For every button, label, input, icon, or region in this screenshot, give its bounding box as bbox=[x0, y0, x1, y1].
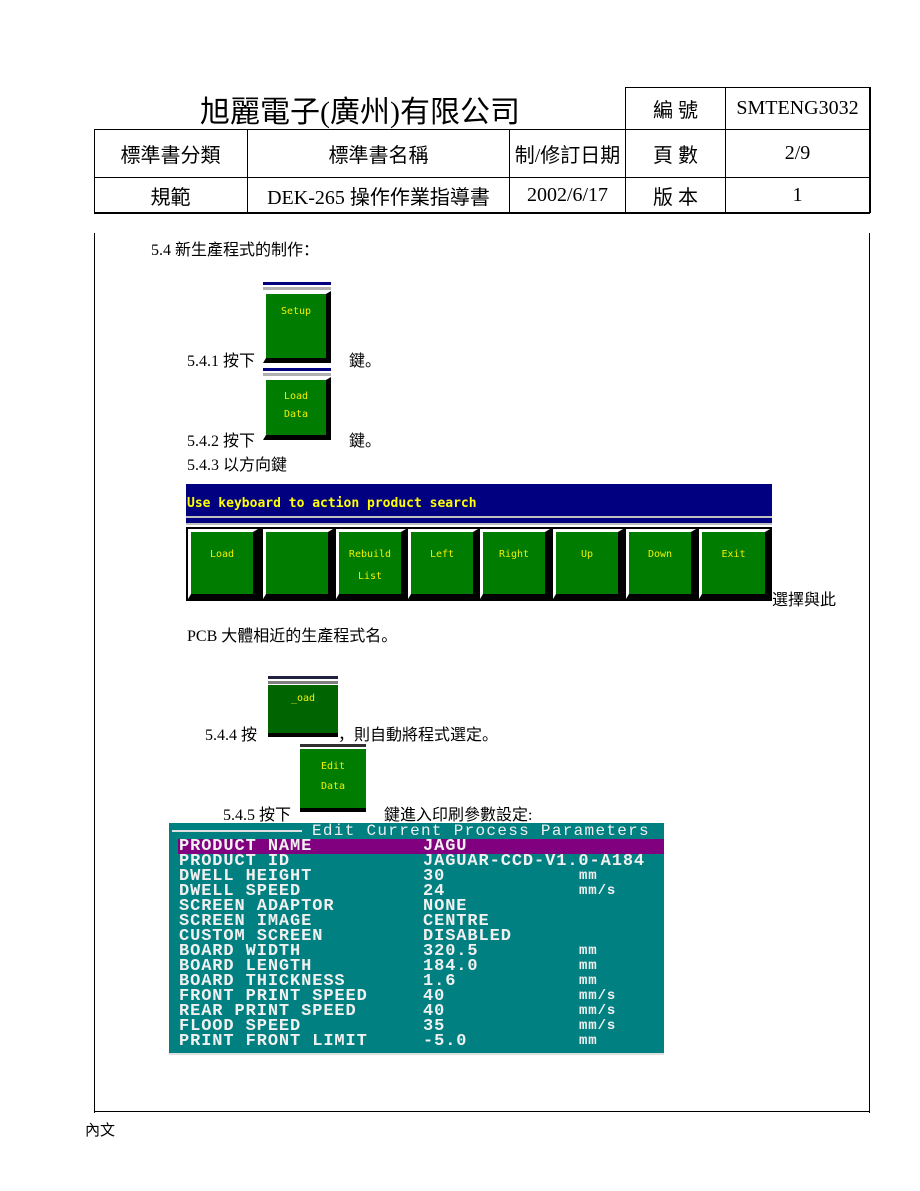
setup-key: Setup bbox=[263, 291, 331, 363]
parameter-value: JAGUAR-CCD-V1.0-A184 bbox=[423, 852, 646, 871]
section-heading: 5.4 新生產程式的制作： bbox=[151, 242, 320, 259]
softkey-button: Rebuild List bbox=[336, 529, 406, 599]
parameter-unit: mm/s bbox=[579, 988, 617, 1004]
softkey-toolbar: Load Rebuild List Left Right Up Down Exit bbox=[186, 527, 772, 601]
parameter-unit: mm bbox=[579, 1033, 598, 1049]
softkey-button: Down bbox=[626, 529, 696, 599]
softkey-button bbox=[263, 529, 333, 599]
load-data-key: Load Data bbox=[263, 377, 331, 440]
parameter-unit: mm bbox=[579, 973, 598, 989]
name-label: 標準書名稱 bbox=[328, 145, 429, 167]
parameter-unit: mm bbox=[579, 943, 598, 959]
parameter-unit: mm/s bbox=[579, 883, 617, 899]
version-value: 1 bbox=[792, 183, 803, 206]
step-5-4-4: 5.4.4 按 bbox=[205, 727, 258, 744]
parameter-unit: mm/s bbox=[579, 1018, 617, 1034]
step-5-4-4-suffix: ，則自動將程式選定。 bbox=[338, 727, 499, 744]
parameter-value: -5.0 bbox=[423, 1032, 468, 1051]
footer-label: 內文 bbox=[85, 1123, 116, 1139]
softkey-button: Load bbox=[188, 529, 258, 599]
date-value: 2002/6/17 bbox=[526, 183, 609, 206]
softkey-button: Exit bbox=[699, 529, 770, 599]
code-value: SMTENG3032 bbox=[736, 97, 859, 119]
step-5-4-1: 5.4.1 按下 bbox=[187, 353, 256, 370]
parameter-row[interactable]: PRINT FRONT LIMIT -5.0 mm bbox=[169, 1032, 664, 1051]
document-page: 旭麗電子(廣州)有限公司 編 號 SMTENG3032 標準書分類 標準書名稱 … bbox=[0, 0, 920, 1191]
step-5-4-2: 5.4.2 按下 bbox=[187, 433, 256, 450]
edit-data-key: Edit Data bbox=[300, 749, 366, 812]
page-label: 頁 數 bbox=[653, 145, 698, 167]
category-value: 規範 bbox=[150, 186, 191, 209]
category-label: 標準書分類 bbox=[120, 145, 221, 167]
version-label: 版 本 bbox=[653, 186, 698, 209]
load-key: _oad bbox=[268, 685, 338, 737]
date-label: 制/修訂日期 bbox=[514, 145, 621, 167]
name-value: DEK-265 操作作業指導書 bbox=[267, 186, 490, 209]
step-5-4-2-suffix: 鍵。 bbox=[349, 433, 382, 450]
softkey-button: Up bbox=[553, 529, 623, 599]
step-5-4-5: 5.4.5 按下 bbox=[223, 807, 292, 824]
softkey-button: Right bbox=[480, 529, 550, 599]
parameter-unit: mm/s bbox=[579, 1003, 617, 1019]
code-label: 編 號 bbox=[653, 100, 698, 122]
step-5-4-3: 5.4.3 以方向鍵 bbox=[187, 457, 288, 474]
step-5-4-3-suffix: 選擇與此 bbox=[772, 592, 837, 609]
company-name: 旭麗電子(廣州)有限公司 bbox=[200, 95, 520, 129]
softkey-button: Left bbox=[408, 529, 478, 599]
parameter-unit: mm bbox=[579, 868, 598, 884]
step-5-4-1-suffix: 鍵。 bbox=[349, 353, 382, 370]
parameter-label: PRINT FRONT LIMIT bbox=[179, 1032, 368, 1051]
parameter-unit: mm bbox=[579, 958, 598, 974]
process-parameters-panel: Edit Current Process Parameters PRODUCT … bbox=[169, 823, 664, 1055]
panel-title: Edit Current Process Parameters bbox=[312, 822, 650, 840]
product-search-message: Use keyboard to action product search bbox=[186, 484, 772, 516]
page-value: 2/9 bbox=[784, 142, 811, 164]
step-5-4-3-line2: PCB 大體相近的生產程式名。 bbox=[187, 628, 398, 645]
